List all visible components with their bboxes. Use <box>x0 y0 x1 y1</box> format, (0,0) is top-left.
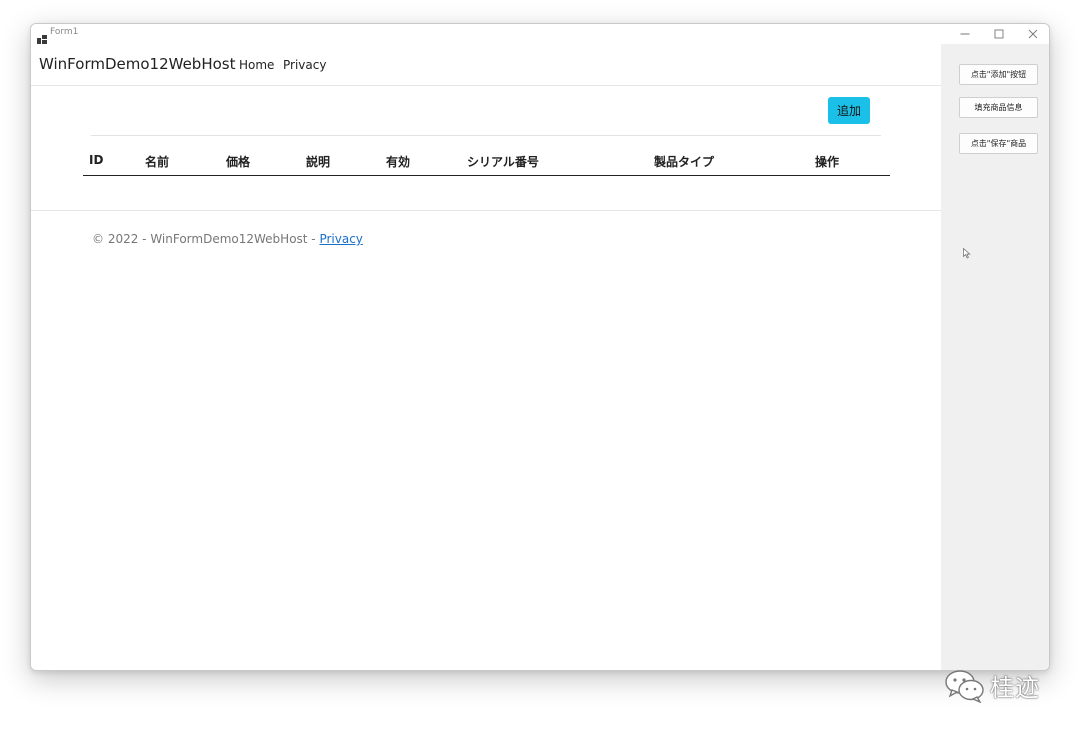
click-add-button[interactable]: 点击"添加"按钮 <box>959 64 1038 85</box>
nav-home-link[interactable]: Home <box>239 58 274 72</box>
minimize-icon <box>960 33 970 35</box>
column-header-price: 価格 <box>226 155 251 169</box>
watermark: 桂迹 <box>944 668 1040 703</box>
column-header-serial-number: シリアル番号 <box>467 155 539 169</box>
column-header-description: 説明 <box>306 155 331 169</box>
web-view: WinFormDemo12WebHost Home Privacy 追加 ID … <box>31 44 941 670</box>
close-button[interactable] <box>1019 26 1047 42</box>
footer-text: © 2022 - WinFormDemo12WebHost - <box>92 232 320 246</box>
column-header-enabled: 有効 <box>386 155 411 169</box>
watermark-text: 桂迹 <box>990 674 1040 702</box>
window-title: Form1 <box>50 27 79 37</box>
minimize-button[interactable] <box>951 26 979 42</box>
app-window: Form1 WinFormDemo12WebHost Home Privacy … <box>30 23 1050 671</box>
divider <box>91 135 881 136</box>
table-header-row: ID 名前 価格 説明 有効 シリアル番号 製品タイプ 操作 <box>83 149 890 176</box>
maximize-button[interactable] <box>985 26 1013 42</box>
title-bar[interactable]: Form1 <box>31 24 1049 44</box>
column-header-name: 名前 <box>145 155 170 169</box>
footer-privacy-link[interactable]: Privacy <box>319 232 362 246</box>
app-icon <box>37 29 47 44</box>
column-header-actions: 操作 <box>815 155 840 169</box>
footer-divider <box>31 210 941 211</box>
side-panel: 点击"添加"按钮 填充商品信息 点击"保存"商品 <box>941 44 1049 670</box>
click-save-product-button[interactable]: 点击"保存"商品 <box>959 133 1038 154</box>
brand-link[interactable]: WinFormDemo12WebHost <box>39 55 235 73</box>
navbar: WinFormDemo12WebHost Home Privacy <box>31 44 941 86</box>
wechat-icon <box>944 669 986 703</box>
column-header-product-type: 製品タイプ <box>654 155 715 169</box>
fill-product-info-button[interactable]: 填充商品信息 <box>959 97 1038 118</box>
nav-privacy-link[interactable]: Privacy <box>283 58 326 72</box>
close-icon <box>1028 29 1038 39</box>
maximize-icon <box>994 29 1004 39</box>
column-header-id: ID <box>89 153 104 167</box>
add-button[interactable]: 追加 <box>828 97 870 124</box>
footer: © 2022 - WinFormDemo12WebHost - Privacy <box>92 232 363 246</box>
mouse-cursor-icon <box>963 244 971 263</box>
